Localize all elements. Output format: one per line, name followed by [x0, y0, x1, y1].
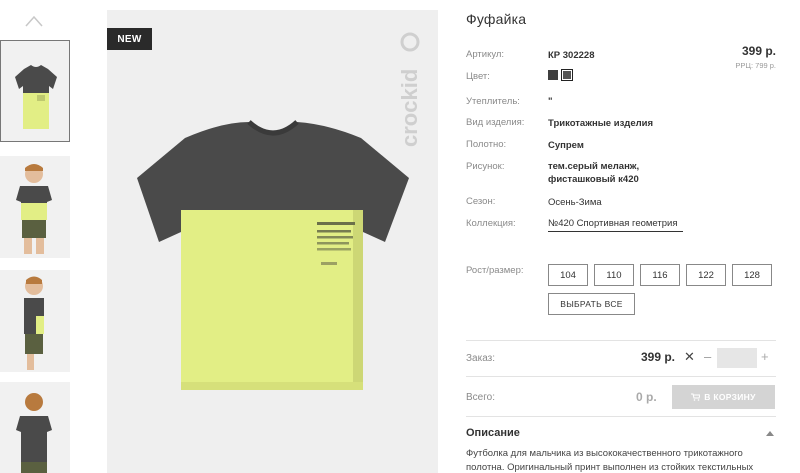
color-label: Цвет: [466, 71, 490, 82]
divider [466, 416, 776, 417]
article-value: КР 302228 [548, 50, 595, 61]
fabric-label: Полотно: [466, 139, 507, 150]
quantity-increment-button[interactable]: + [761, 349, 769, 364]
description-title[interactable]: Описание [466, 427, 520, 439]
chevron-up-icon[interactable] [766, 430, 774, 436]
collection-link[interactable]: №420 Спортивная геометрия [548, 217, 683, 232]
size-label: Рост/размер: [466, 265, 524, 276]
product-type-label: Вид изделия: [466, 117, 525, 128]
thumbnail-gallery [0, 0, 72, 473]
description-text: Футболка для мальчика из высококачествен… [466, 448, 754, 473]
size-options: 104 110 116 122 128 [548, 264, 772, 286]
color-swatch-dark[interactable] [548, 70, 558, 80]
season-value: Осень-Зима [548, 197, 602, 208]
divider [466, 376, 776, 377]
divider [466, 340, 776, 341]
add-to-cart-button[interactable]: В КОРЗИНУ [672, 385, 775, 409]
insulation-value: " [548, 96, 553, 107]
pattern-value: тем.серый меланж, фисташковый к420 [548, 161, 640, 185]
product-type-value: Трикотажные изделия [548, 118, 654, 129]
pattern-label: Рисунок: [466, 161, 505, 172]
order-price: 399 р. [641, 350, 676, 364]
quantity-decrement-button[interactable]: – [704, 349, 711, 364]
article-label: Артикул: [466, 49, 505, 60]
total-value: 0 р. [636, 390, 657, 404]
fabric-value: Супрем [548, 140, 584, 151]
color-swatch-selected[interactable] [561, 69, 573, 81]
order-label: Заказ: [466, 353, 496, 364]
size-128-button[interactable]: 128 [732, 264, 772, 286]
add-to-cart-label: В КОРЗИНУ [704, 392, 756, 402]
recommended-retail-price: РРЦ: 799 р. [735, 61, 776, 70]
thumbnail-model-side[interactable] [0, 270, 70, 372]
thumbnail-model-front[interactable] [0, 156, 70, 258]
main-product-image[interactable]: NEW crockid [107, 10, 438, 473]
color-swatches [548, 69, 573, 81]
thumbnail-model-back[interactable] [0, 382, 70, 473]
insulation-label: Утеплитель: [466, 96, 520, 107]
shirt-illustration [137, 120, 409, 390]
size-116-button[interactable]: 116 [640, 264, 680, 286]
collection-label: Коллекция: [466, 218, 516, 229]
product-info-panel: Фуфайка 399 р. РРЦ: 799 р. Артикул: КР 3… [466, 0, 786, 473]
size-122-button[interactable]: 122 [686, 264, 726, 286]
multiply-icon: ✕ [684, 349, 695, 364]
product-title: Фуфайка [466, 11, 527, 27]
size-110-button[interactable]: 110 [594, 264, 634, 286]
product-price: 399 р. [741, 44, 776, 58]
total-label: Всего: [466, 392, 495, 403]
cart-icon [691, 393, 701, 401]
quantity-input[interactable] [717, 348, 757, 368]
chevron-up-icon[interactable] [24, 14, 44, 28]
thumbnail-shirt[interactable] [0, 40, 70, 142]
season-label: Сезон: [466, 196, 496, 207]
select-all-sizes-button[interactable]: ВЫБРАТЬ ВСЕ [548, 293, 635, 315]
size-104-button[interactable]: 104 [548, 264, 588, 286]
